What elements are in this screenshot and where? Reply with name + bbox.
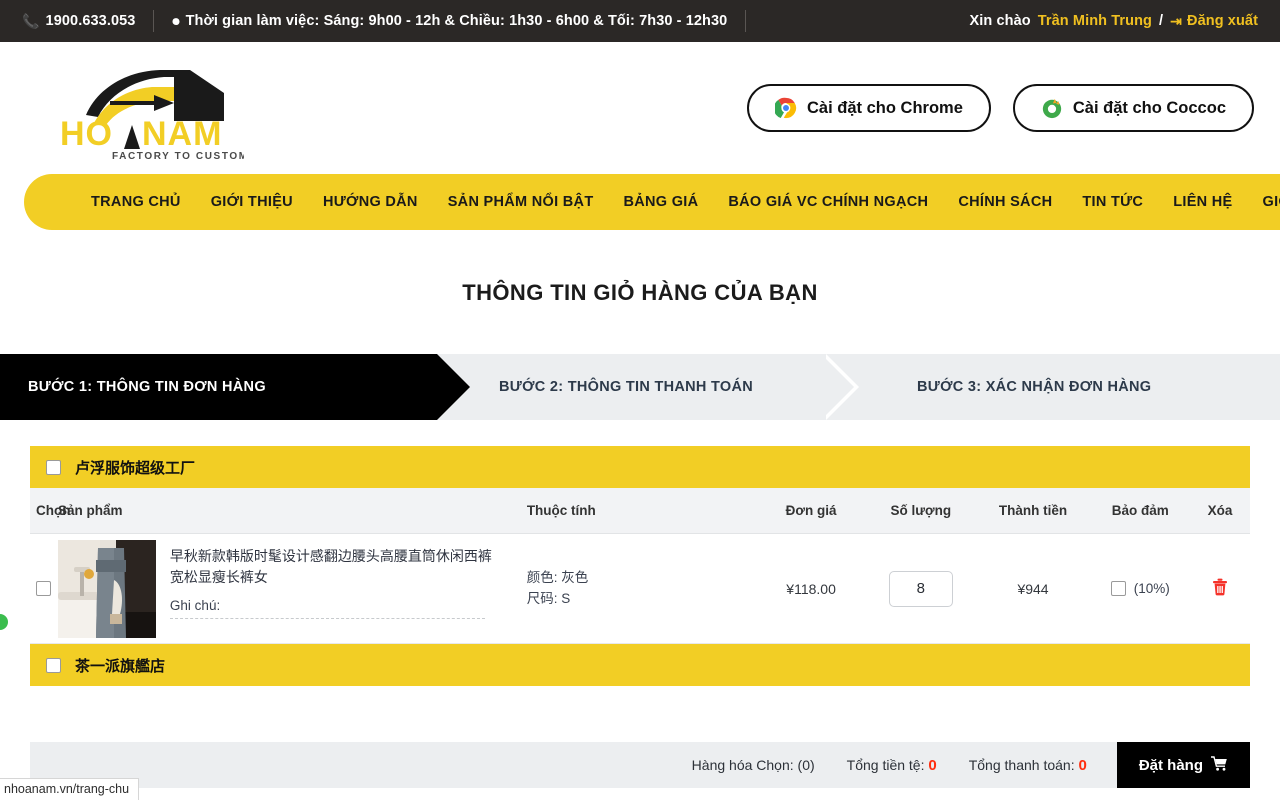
checkout-steps: BƯỚC 1: THÔNG TIN ĐƠN HÀNG BƯỚC 2: THÔNG…: [0, 354, 1280, 420]
column-header-attributes: Thuộc tính: [526, 503, 596, 518]
logout-button[interactable]: ⇥ Đăng xuất: [1170, 13, 1258, 29]
install-coccoc-button[interactable]: Cài đặt cho Coccoc: [1012, 84, 1254, 132]
cart-item-unit-price: ¥118.00: [786, 580, 836, 597]
cart-item-info: 早秋新款韩版时髦设计感翻边腰头高腰直筒休闲西裤宽松显瘦长裤女 Ghi chú:: [169, 540, 527, 619]
chrome-icon: [773, 97, 797, 119]
topbar-left-group: 📞 1900.633.053 ⏺ Thời gian làm việc: Sán…: [22, 10, 764, 32]
shop-2-select-checkbox[interactable]: [46, 657, 61, 673]
cart-item-delete-cell: [1190, 578, 1250, 599]
browser-status-url: nhoanam.vn/trang-chu: [0, 778, 140, 800]
summary-selected-value: (0): [797, 757, 815, 773]
nav-item-gioi-thieu[interactable]: GIỚI THIỆU: [196, 194, 308, 210]
cart-item-attribute-color: 颜色: 灰色: [526, 569, 589, 585]
extension-buttons: Cài đặt cho Chrome Cài đặt cho Coccoc: [747, 84, 1256, 132]
site-header: HO NAM FACTORY TO CUSTOMER: [0, 42, 1280, 174]
column-header-quantity: Số lượng: [890, 503, 952, 518]
column-header-unit-price: Đơn giá: [785, 503, 837, 518]
cart-item-product-cell: 早秋新款韩版时髦设计感翻边腰头高腰直筒休闲西裤宽松显瘦长裤女 Ghi chú:: [57, 539, 527, 638]
shop-2-name: 茶一派旗艦店: [75, 657, 166, 675]
step-3-label: BƯỚC 3: XÁC NHẬN ĐƠN HÀNG: [917, 379, 1152, 395]
cart-item-insurance-checkbox[interactable]: [1110, 581, 1126, 596]
nav-item-lien-he[interactable]: LIÊN HỆ: [1158, 194, 1247, 210]
cart-item-thumbnail[interactable]: [57, 539, 156, 638]
place-order-label: Đặt hàng: [1138, 756, 1203, 774]
cart-item-row: 早秋新款韩版时髦设计感翻边腰头高腰直筒休闲西裤宽松显瘦长裤女 Ghi chú: …: [30, 534, 1250, 644]
cart-item-note-label: Ghi chú:: [169, 597, 221, 613]
main-navigation-wrapper: TRANG CHỦ GIỚI THIỆU HƯỚNG DẪN SẢN PHẨM …: [0, 174, 1280, 230]
clock-icon: ⏺: [172, 13, 180, 29]
topbar-divider-1: [153, 10, 155, 32]
nav-item-chinh-sach[interactable]: CHÍNH SÁCH: [943, 194, 1067, 210]
nav-item-bao-gia-vc-chinh-ngach[interactable]: BÁO GIÁ VC CHÍNH NGẠCH: [713, 194, 943, 210]
summary-payment-total-block: Tổng thanh toán: 0: [953, 757, 1103, 774]
topbar-divider-2: [745, 10, 747, 32]
logout-label: Đăng xuất: [1187, 13, 1258, 29]
phone-icon: 📞: [22, 13, 40, 29]
summary-currency-total-label: Tổng tiền tệ:: [846, 756, 925, 773]
column-header-line-total: Thành tiền: [998, 503, 1068, 518]
cart-item-name[interactable]: 早秋新款韩版时髦设计感翻边腰头高腰直筒休闲西裤宽松显瘦长裤女: [170, 546, 495, 588]
step-3-confirm-order[interactable]: BƯỚC 3: XÁC NHẬN ĐƠN HÀNG: [857, 354, 1280, 420]
svg-text:FACTORY TO CUSTOMER: FACTORY TO CUSTOMER: [112, 151, 244, 162]
summary-payment-total-label: Tổng thanh toán:: [968, 756, 1075, 773]
svg-text:NAM: NAM: [142, 115, 222, 153]
cart-item-attribute-size: 尺码: S: [526, 590, 571, 606]
install-chrome-button[interactable]: Cài đặt cho Chrome: [747, 84, 991, 132]
cart-item-insurance-cell: (10%): [1090, 581, 1190, 596]
user-session-block: Xin chào Trần Minh Trung / ⇥ Đăng xuất: [970, 13, 1259, 29]
cart-item-quantity-cell: [866, 570, 976, 607]
step-2-payment-info[interactable]: BƯỚC 2: THÔNG TIN THANH TOÁN: [437, 354, 859, 420]
summary-selected-block: Hàng hóa Chọn: (0): [676, 757, 831, 773]
shop-header-2: 茶一派旗艦店: [30, 644, 1250, 686]
greeting-separator: /: [1159, 13, 1164, 29]
shop-header-1: 卢浮服饰超级工厂: [30, 446, 1250, 488]
trash-icon[interactable]: [1212, 578, 1228, 599]
top-info-bar: 📞 1900.633.053 ⏺ Thời gian làm việc: Sán…: [0, 0, 1280, 42]
summary-currency-total-value: 0: [928, 756, 937, 774]
svg-text:HO: HO: [60, 115, 113, 153]
user-name: Trần Minh Trung: [1037, 13, 1153, 29]
cart-icon: [1211, 755, 1228, 775]
shop-1-name: 卢浮服饰超级工厂: [75, 459, 196, 477]
step-1-label: BƯỚC 1: THÔNG TIN ĐƠN HÀNG: [28, 379, 266, 395]
cart-item-insurance-percent: (10%): [1133, 581, 1170, 596]
nav-item-tin-tuc[interactable]: TIN TỨC: [1067, 194, 1158, 210]
logout-icon: ⇥: [1170, 13, 1182, 29]
summary-selected-label: Hàng hóa Chọn:: [691, 757, 794, 773]
cart-summary-bar: Hàng hóa Chọn: (0) Tổng tiền tệ: 0 Tổng …: [30, 742, 1250, 788]
coccoc-icon: [1041, 97, 1063, 119]
main-navigation: TRANG CHỦ GIỚI THIỆU HƯỚNG DẪN SẢN PHẨM …: [24, 174, 1280, 230]
cart-item-attributes-cell: 颜色: 灰色 尺码: S: [527, 568, 756, 610]
greeting-text: Xin chào: [969, 13, 1031, 29]
nav-item-san-pham-noi-bat[interactable]: SẢN PHẨM NỔI BẬT: [433, 194, 609, 210]
cart-item-select-checkbox[interactable]: [36, 581, 51, 596]
working-hours-block: ⏺ Thời gian làm việc: Sáng: 9h00 - 12h &…: [172, 13, 727, 29]
nav-item-trang-chu[interactable]: TRANG CHỦ: [76, 194, 196, 210]
summary-payment-total-value: 0: [1078, 756, 1087, 774]
summary-currency-total-block: Tổng tiền tệ: 0: [831, 757, 953, 774]
logo-graphic: HO NAM FACTORY TO CUSTOMER: [60, 70, 244, 162]
phone-block[interactable]: 📞 1900.633.053: [22, 13, 135, 29]
install-chrome-label: Cài đặt cho Chrome: [807, 98, 963, 117]
column-header-delete: Xóa: [1207, 503, 1233, 518]
working-hours-text: Thời gian làm việc: Sáng: 9h00 - 12h & C…: [185, 13, 728, 29]
column-header-insurance: Bảo đảm: [1111, 503, 1169, 518]
column-header-product: Sản phẩm: [58, 503, 123, 518]
cart-item-note-input[interactable]: [169, 617, 485, 619]
step-1-order-info[interactable]: BƯỚC 1: THÔNG TIN ĐƠN HÀNG: [0, 354, 470, 420]
page-title: THÔNG TIN GIỎ HÀNG CỦA BẠN: [462, 280, 818, 305]
place-order-button[interactable]: Đặt hàng: [1116, 742, 1250, 788]
nav-item-gio-hang[interactable]: GIỎ HÀNG: [1248, 194, 1280, 210]
install-coccoc-label: Cài đặt cho Coccoc: [1072, 98, 1226, 117]
cart-section: 卢浮服饰超级工厂 Chọn Sản phẩm Thuộc tính Đơn gi…: [0, 446, 1280, 686]
nav-item-huong-dan[interactable]: HƯỚNG DẪN: [308, 194, 433, 210]
cart-table-header: Chọn Sản phẩm Thuộc tính Đơn giá Số lượn…: [30, 488, 1250, 534]
cart-item-line-total: ¥944: [1017, 580, 1049, 597]
shop-1-select-checkbox[interactable]: [46, 459, 61, 475]
step-2-label: BƯỚC 2: THÔNG TIN THANH TOÁN: [499, 379, 754, 395]
nav-item-bang-gia[interactable]: BẢNG GIÁ: [608, 194, 713, 210]
site-logo[interactable]: HO NAM FACTORY TO CUSTOMER: [24, 53, 244, 163]
cart-item-quantity-input[interactable]: [888, 570, 953, 607]
phone-number: 1900.633.053: [45, 13, 136, 29]
